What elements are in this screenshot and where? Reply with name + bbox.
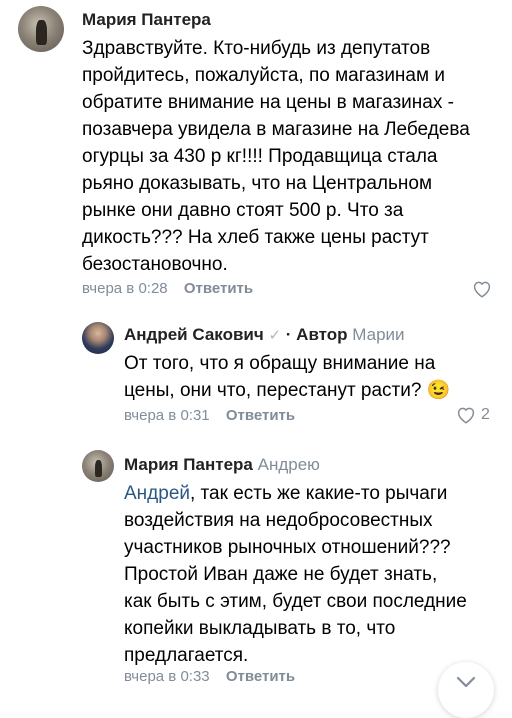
comment-author[interactable]: Андрей Сакович ✓ · Автор Марии (124, 325, 405, 345)
comment-timestamp[interactable]: вчера в 0:31 (124, 407, 210, 424)
comment-text: Здравствуйте. Кто-нибудь из депутатов пр… (82, 35, 470, 278)
reply-button[interactable]: Ответить (226, 407, 295, 424)
like-count: 2 (481, 406, 490, 423)
text-line: дикость??? На хлеб также цены растут (82, 227, 429, 248)
text-line: Андрей, так есть же какие-то рычаги (124, 480, 467, 507)
text-line: рынке они давно стоят 500 р. Что за (82, 200, 404, 221)
scroll-down-button[interactable] (438, 662, 494, 718)
text-line: участников рыночных отношений??? (124, 537, 451, 558)
comment-meta: вчера в 0:31 Ответить (124, 407, 295, 424)
comment-meta: вчера в 0:33 Ответить (124, 668, 295, 685)
text-line: От того, что я обращу внимание на (124, 353, 436, 374)
chevron-down-icon (456, 676, 476, 688)
checkmark-icon: ✓ (268, 327, 282, 344)
text-line: огурцы за 430 р кг!!!! Продавщица стала (82, 146, 438, 167)
text-line: рьяно доказывать, что на Центральном (82, 173, 433, 194)
text-line: позавчера увидела в магазине на Лебедева (82, 119, 470, 140)
avatar[interactable] (82, 322, 114, 354)
text-line: копейки выкладывать в то, что (124, 618, 396, 639)
comment-text: От того, что я обращу внимание на цены, … (124, 350, 450, 404)
comment-meta: вчера в 0:28 Ответить (82, 280, 253, 297)
text-line: безостановочно. (82, 254, 228, 275)
like-button[interactable]: 2 (456, 406, 490, 424)
avatar[interactable] (18, 6, 64, 52)
reply-to-name[interactable]: Марии (352, 325, 404, 344)
mention-link[interactable]: Андрей (124, 483, 190, 504)
comment-timestamp[interactable]: вчера в 0:28 (82, 280, 168, 297)
reply-to-name[interactable]: Андрею (258, 455, 320, 474)
comment-author[interactable]: Мария Пантера Андрею (124, 455, 320, 475)
text-fragment: , так есть же какие-то рычаги (190, 483, 448, 504)
avatar[interactable] (82, 450, 114, 482)
reply-button[interactable]: Ответить (226, 668, 295, 685)
heart-icon (473, 281, 491, 298)
author-name[interactable]: Андрей Сакович (124, 325, 264, 344)
text-line: обратите внимание на цены в магазинах - (82, 92, 454, 113)
text-line: как быть с этим, будет свои последние (124, 591, 467, 612)
text-line: Простой Иван даже не будет знать, (124, 564, 438, 585)
text-line: цены, они что, перестанут расти? 😉 (124, 380, 451, 401)
author-name[interactable]: Мария Пантера (124, 455, 253, 474)
text-line: Здравствуйте. Кто-нибудь из депутатов (82, 38, 431, 59)
author-name[interactable]: Мария Пантера (82, 10, 211, 29)
like-button[interactable] (472, 280, 492, 298)
reply-button[interactable]: Ответить (184, 280, 253, 297)
comment-timestamp[interactable]: вчера в 0:33 (124, 668, 210, 685)
text-line: предлагается. (124, 645, 249, 666)
text-line: пройдитесь, пожалуйста, по магазинам и (82, 65, 445, 86)
text-line: воздействия на недобросовестных (124, 510, 433, 531)
author-badge: · Автор (285, 325, 348, 344)
comment-author[interactable]: Мария Пантера (82, 10, 211, 30)
comment-text: Андрей, так есть же какие-то рычаги возд… (124, 480, 467, 669)
heart-icon (457, 407, 475, 424)
